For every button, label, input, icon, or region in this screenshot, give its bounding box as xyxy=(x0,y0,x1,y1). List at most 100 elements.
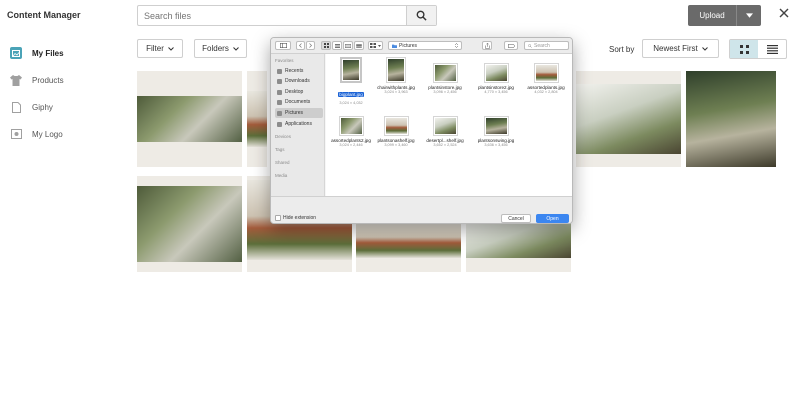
share-icon xyxy=(484,42,490,49)
file-tile[interactable] xyxy=(247,71,267,167)
open-button[interactable]: Open xyxy=(536,214,569,223)
filter-button[interactable]: Filter xyxy=(137,39,183,58)
tag-button[interactable] xyxy=(504,41,518,50)
image-icon xyxy=(10,128,22,140)
search-bar xyxy=(137,5,437,26)
sidebar-item-downloads[interactable]: Downloads xyxy=(275,76,323,86)
file-dimensions: 4,032 × 2,804 xyxy=(534,90,558,94)
folders-button[interactable]: Folders xyxy=(194,39,247,58)
grid-view-button[interactable] xyxy=(730,40,758,58)
back-button[interactable] xyxy=(296,41,305,50)
file-thumbnail xyxy=(432,116,458,136)
sidebar-item-documents[interactable]: Documents xyxy=(275,97,323,107)
sidebar-item-my-files[interactable]: My Files xyxy=(0,42,118,64)
clock-icon xyxy=(277,68,282,74)
gallery-view-button[interactable] xyxy=(354,41,364,50)
chevron-up-down-icon xyxy=(455,43,458,48)
cancel-label: Cancel xyxy=(508,215,524,222)
search-input[interactable] xyxy=(138,6,406,25)
file-item[interactable]: plantsinstore2.jpg 4,770 × 3,456 xyxy=(472,63,520,95)
sidebar-item-recents[interactable]: Recents xyxy=(275,66,323,76)
close-icon xyxy=(779,8,789,18)
document-icon xyxy=(277,99,282,105)
folders-label: Folders xyxy=(202,44,229,53)
dialog-footer: Hide extension Cancel Open xyxy=(271,196,572,223)
location-label: Pictures xyxy=(399,42,418,49)
sidebar-item-label: Downloads xyxy=(285,78,310,84)
sidebar-item-label: Products xyxy=(32,75,64,85)
hide-extension-label: Hide extension xyxy=(283,215,317,221)
chevron-down-icon xyxy=(232,46,239,51)
dialog-toolbar: Pictures Search xyxy=(271,38,572,54)
gallery-view-icon xyxy=(356,43,362,48)
arrange-menu-button[interactable] xyxy=(368,41,383,50)
file-item[interactable]: plantsonashelf.jpg 3,099 × 3,460 xyxy=(372,116,420,148)
file-tile[interactable] xyxy=(686,71,776,167)
upload-dropdown-button[interactable] xyxy=(737,5,761,26)
sidebar-item-giphy[interactable]: Giphy xyxy=(0,96,118,118)
chevron-down-icon xyxy=(701,46,708,51)
file-dimensions: 3,024 × 4,032 xyxy=(339,101,363,105)
upload-label: Upload xyxy=(699,11,725,20)
shared-header: Shared xyxy=(275,160,290,165)
file-item[interactable]: plantsonswing.jpg 3,636 × 3,456 xyxy=(472,116,520,148)
file-tile[interactable] xyxy=(137,176,242,272)
file-dimensions: 3,636 × 3,456 xyxy=(484,143,508,147)
sidebar-item-pictures[interactable]: Pictures xyxy=(275,108,323,118)
file-tile[interactable] xyxy=(576,71,681,167)
column-view-button[interactable] xyxy=(343,41,353,50)
sort-value: Newest First xyxy=(653,44,698,53)
file-thumbnail xyxy=(386,57,406,83)
sidebar-item-desktop[interactable]: Desktop xyxy=(275,87,323,97)
upload-button[interactable]: Upload xyxy=(688,5,737,26)
upload-button-group: Upload xyxy=(688,5,761,26)
file-thumbnail xyxy=(533,63,559,83)
hide-extension-checkbox[interactable] xyxy=(275,215,281,221)
app-title: Content Manager xyxy=(7,10,81,20)
tshirt-icon xyxy=(10,74,22,86)
grid-icon xyxy=(739,44,749,54)
dialog-search-field[interactable]: Search xyxy=(524,41,569,50)
file-item[interactable]: assortedplants2.jpg 3,024 × 2,446 xyxy=(327,116,375,148)
file-thumbnail xyxy=(432,63,458,83)
forward-button[interactable] xyxy=(306,41,315,50)
sidebar-icon xyxy=(279,43,287,48)
file-item[interactable]: desertpl...shelf.jpg 3,652 × 2,524 xyxy=(421,116,469,148)
pictures-icon xyxy=(277,110,282,116)
file-item[interactable]: chairwithplants.jpg 3,024 × 3,963 xyxy=(372,57,420,95)
devices-header: Devices xyxy=(275,134,292,139)
chevron-right-icon xyxy=(309,43,312,48)
file-thumbnail xyxy=(483,63,509,83)
tags-header: Tags xyxy=(275,147,285,152)
file-item[interactable]: plantsinstore.jpg 3,096 × 2,456 xyxy=(421,63,469,95)
sort-select[interactable]: Newest First xyxy=(642,39,719,58)
file-thumbnail xyxy=(137,186,242,262)
sidebar-item-applications[interactable]: Applications xyxy=(275,119,323,129)
share-button[interactable] xyxy=(482,41,492,50)
tag-icon xyxy=(507,43,515,48)
my-files-icon xyxy=(10,47,22,59)
file-dimensions: 3,652 × 2,524 xyxy=(433,143,457,147)
file-item[interactable]: bigplant.jpg 3,024 × 4,032 xyxy=(327,57,375,106)
search-button[interactable] xyxy=(406,6,436,25)
list-view-button[interactable] xyxy=(758,40,786,58)
sidebar-toggle-button[interactable] xyxy=(275,41,291,50)
location-select[interactable]: Pictures xyxy=(388,41,462,50)
list-view-button[interactable] xyxy=(332,41,342,50)
list-icon xyxy=(766,44,778,54)
icon-view-button[interactable] xyxy=(321,41,331,50)
file-item[interactable]: assortedplants.jpg 4,032 × 2,804 xyxy=(522,63,570,95)
search-icon xyxy=(528,43,532,48)
file-thumbnail xyxy=(466,222,571,258)
favorites-header: Favorites xyxy=(275,58,294,63)
document-icon xyxy=(10,101,22,113)
sidebar-item-label: Recents xyxy=(285,68,304,74)
sidebar-item-products[interactable]: Products xyxy=(0,69,118,91)
file-tile[interactable] xyxy=(137,71,242,167)
close-button[interactable] xyxy=(779,6,789,21)
folder-icon xyxy=(392,44,397,48)
sidebar-item-my-logo[interactable]: My Logo xyxy=(0,123,118,145)
chevron-down-icon xyxy=(168,46,174,51)
cancel-button[interactable]: Cancel xyxy=(501,214,531,223)
file-thumbnail xyxy=(338,116,364,136)
